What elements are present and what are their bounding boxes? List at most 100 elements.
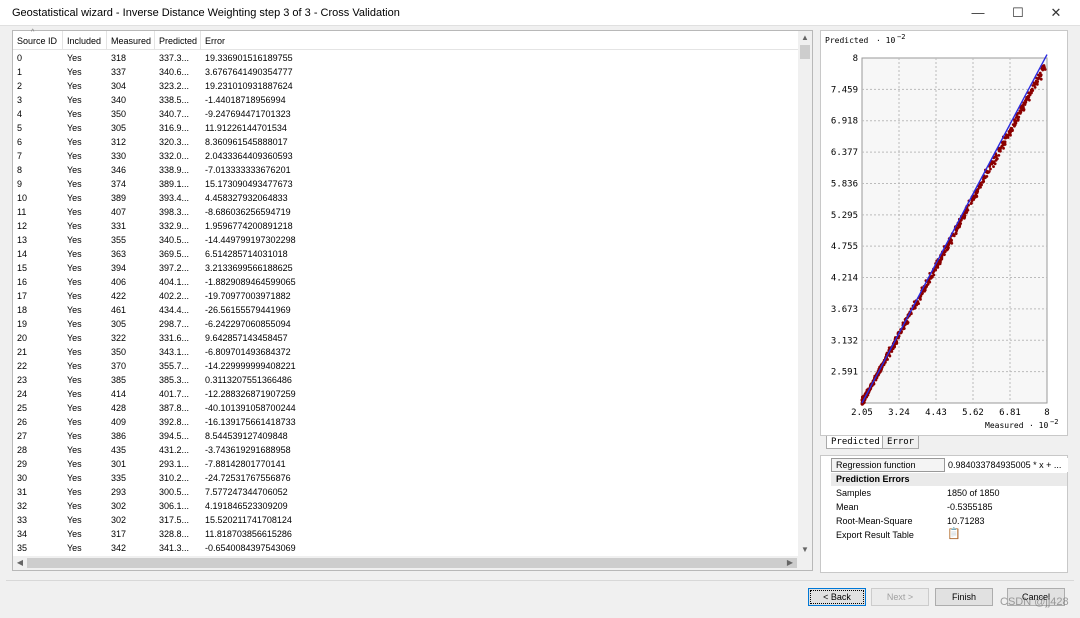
y-tick-label: 2.591 [831, 368, 858, 378]
table-row[interactable]: 0 Yes 318 337.3... 19.336901516189755 [13, 51, 799, 65]
table-row[interactable]: 30 Yes 335 310.2... -24.72531767556876 [13, 471, 799, 485]
export-table-icon[interactable]: 📋 [947, 528, 961, 541]
column-header[interactable]: Measured [107, 31, 155, 50]
table-cell: Yes [67, 179, 82, 189]
column-header[interactable]: Source ID [13, 31, 63, 50]
next-button[interactable]: Next > [871, 588, 929, 606]
maximize-icon[interactable]: ☐ [998, 0, 1038, 26]
table-cell: Yes [67, 515, 82, 525]
tab-error[interactable]: Error [882, 436, 920, 449]
tab-predicted[interactable]: Predicted [826, 436, 885, 449]
back-button[interactable]: < Back [808, 588, 866, 606]
table-row[interactable]: 11 Yes 407 398.3... -8.686036256594719 [13, 205, 799, 219]
column-header[interactable]: Predicted [155, 31, 201, 50]
table-cell: 389.1... [159, 179, 190, 189]
table-header: Source ID Included Measured Predicted Error ^ [13, 29, 799, 50]
scroll-thumb[interactable] [27, 558, 797, 568]
column-header[interactable]: Error [201, 31, 799, 50]
table-row[interactable]: 1 Yes 337 340.6... 3.6767641490354777 [13, 65, 799, 79]
table-row[interactable]: 6 Yes 312 320.3... 8.360961545888017 [13, 135, 799, 149]
scroll-down-icon[interactable]: ▼ [798, 543, 812, 557]
minimize-icon[interactable]: — [958, 0, 998, 26]
table-row[interactable]: 20 Yes 322 331.6... 9.642857143458457 [13, 331, 799, 345]
table-cell: Yes [67, 67, 82, 77]
table-row[interactable]: 25 Yes 428 387.8... -40.101391058700244 [13, 401, 799, 415]
table-row[interactable]: 16 Yes 406 404.1... -1.8829089464599065 [13, 275, 799, 289]
table-row[interactable]: 28 Yes 435 431.2... -3.743619291688958 [13, 443, 799, 457]
table-row[interactable]: 14 Yes 363 369.5... 6.514285714031018 [13, 247, 799, 261]
finish-button[interactable]: Finish [935, 588, 993, 606]
table-cell: 11.91226144701534 [205, 123, 287, 133]
table-cell: -3.743619291688958 [205, 445, 291, 455]
table-cell: 3.2133699566188625 [205, 263, 293, 273]
y-tick-label: 8 [853, 54, 858, 64]
table-cell: 305 [111, 319, 127, 329]
y-tick-label: 4.755 [831, 242, 858, 252]
table-row[interactable]: 29 Yes 301 293.1... -7.88142801770141 [13, 457, 799, 471]
table-row[interactable]: 33 Yes 302 317.5... 15.520211741708124 [13, 513, 799, 527]
table-row[interactable]: 21 Yes 350 343.1... -6.809701493684372 [13, 345, 799, 359]
table-row[interactable]: 12 Yes 331 332.9... 1.9596774200891218 [13, 219, 799, 233]
table-cell: Yes [67, 431, 82, 441]
scroll-left-icon[interactable]: ◀ [13, 556, 27, 570]
table-cell: 8.360961545888017 [205, 137, 288, 147]
samples-label: Samples [836, 488, 872, 498]
table-row[interactable]: 2 Yes 304 323.2... 19.231010931887624 [13, 79, 799, 93]
table-row[interactable]: 8 Yes 346 338.9... -7.013333333676201 [13, 163, 799, 177]
table-cell: 13 [17, 235, 28, 245]
table-cell: -12.288326871907259 [205, 389, 296, 399]
table-row[interactable]: 15 Yes 394 397.2... 3.2133699566188625 [13, 261, 799, 275]
data-point [1004, 136, 1008, 140]
table-cell: 363 [111, 249, 127, 259]
table-cell: 11 [17, 207, 27, 217]
close-icon[interactable]: ✕ [1036, 0, 1076, 26]
table-row[interactable]: 10 Yes 389 393.4... 4.458327932064833 [13, 191, 799, 205]
table-row[interactable]: 35 Yes 342 341.3... -0.6540084397543069 [13, 541, 799, 555]
table-row[interactable]: 17 Yes 422 402.2... -19.70977003971882 [13, 289, 799, 303]
table-cell: 322 [111, 333, 127, 343]
data-point [1017, 115, 1021, 119]
table-row[interactable]: 23 Yes 385 385.3... 0.3113207551366486 [13, 373, 799, 387]
x-axis-label: Measured [985, 421, 1024, 430]
table-cell: Yes [67, 445, 82, 455]
table-row[interactable]: 4 Yes 350 340.7... -9.247694471701323 [13, 107, 799, 121]
table-cell: Yes [67, 529, 82, 539]
data-point [1007, 133, 1011, 137]
table-cell: 35 [17, 543, 28, 553]
cross-validation-chart: 2.05 3.24 4.43 5.62 6.81 8 2.591 3.132 3.673 4.21… [820, 30, 1068, 436]
table-cell: Yes [67, 151, 82, 161]
table-cell: Yes [67, 123, 82, 133]
horizontal-scrollbar[interactable]: ◀ ▶ [13, 556, 812, 570]
table-row[interactable]: 26 Yes 409 392.8... -16.139175661418733 [13, 415, 799, 429]
table-row[interactable]: 19 Yes 305 298.7... -6.242297060855094 [13, 317, 799, 331]
scroll-right-icon[interactable]: ▶ [783, 556, 797, 570]
table-row[interactable]: 31 Yes 293 300.5... 7.577247344706052 [13, 485, 799, 499]
table-row[interactable]: 27 Yes 386 394.5... 8.544539127409848 [13, 429, 799, 443]
table-cell: 340.7... [159, 109, 190, 119]
data-point [919, 297, 922, 301]
table-row[interactable]: 13 Yes 355 340.5... -14.449799197302298 [13, 233, 799, 247]
table-row[interactable]: 32 Yes 302 306.1... 4.191846523309209 [13, 499, 799, 513]
mean-label: Mean [836, 502, 859, 512]
table-row[interactable]: 9 Yes 374 389.1... 15.173090493477673 [13, 177, 799, 191]
scroll-thumb[interactable] [800, 45, 810, 59]
data-point [973, 195, 977, 199]
table-cell: 4.191846523309209 [205, 501, 288, 511]
table-cell: -6.809701493684372 [205, 347, 291, 357]
vertical-scrollbar[interactable]: ▲ ▼ [798, 31, 812, 557]
table-cell: Yes [67, 361, 82, 371]
table-cell: Yes [67, 109, 82, 119]
table-row[interactable]: 34 Yes 317 328.8... 11.818703856615286 [13, 527, 799, 541]
data-point [1024, 99, 1028, 102]
column-header[interactable]: Included [63, 31, 107, 50]
table-cell: 323.2... [159, 81, 190, 91]
scroll-up-icon[interactable]: ▲ [798, 31, 812, 45]
table-row[interactable]: 24 Yes 414 401.7... -12.288326871907259 [13, 387, 799, 401]
table-row[interactable]: 3 Yes 340 338.5... -1.44018718956994 [13, 93, 799, 107]
table-row[interactable]: 22 Yes 370 355.7... -14.229999999408221 [13, 359, 799, 373]
regression-value[interactable]: 0.984033784935005 * x + ... [944, 458, 1068, 472]
table-row[interactable]: 7 Yes 330 332.0... 2.0433364409360593 [13, 149, 799, 163]
x-tick-label: 6.81 [999, 408, 1021, 418]
table-row[interactable]: 5 Yes 305 316.9... 11.91226144701534 [13, 121, 799, 135]
table-row[interactable]: 18 Yes 461 434.4... -26.56155579441969 [13, 303, 799, 317]
